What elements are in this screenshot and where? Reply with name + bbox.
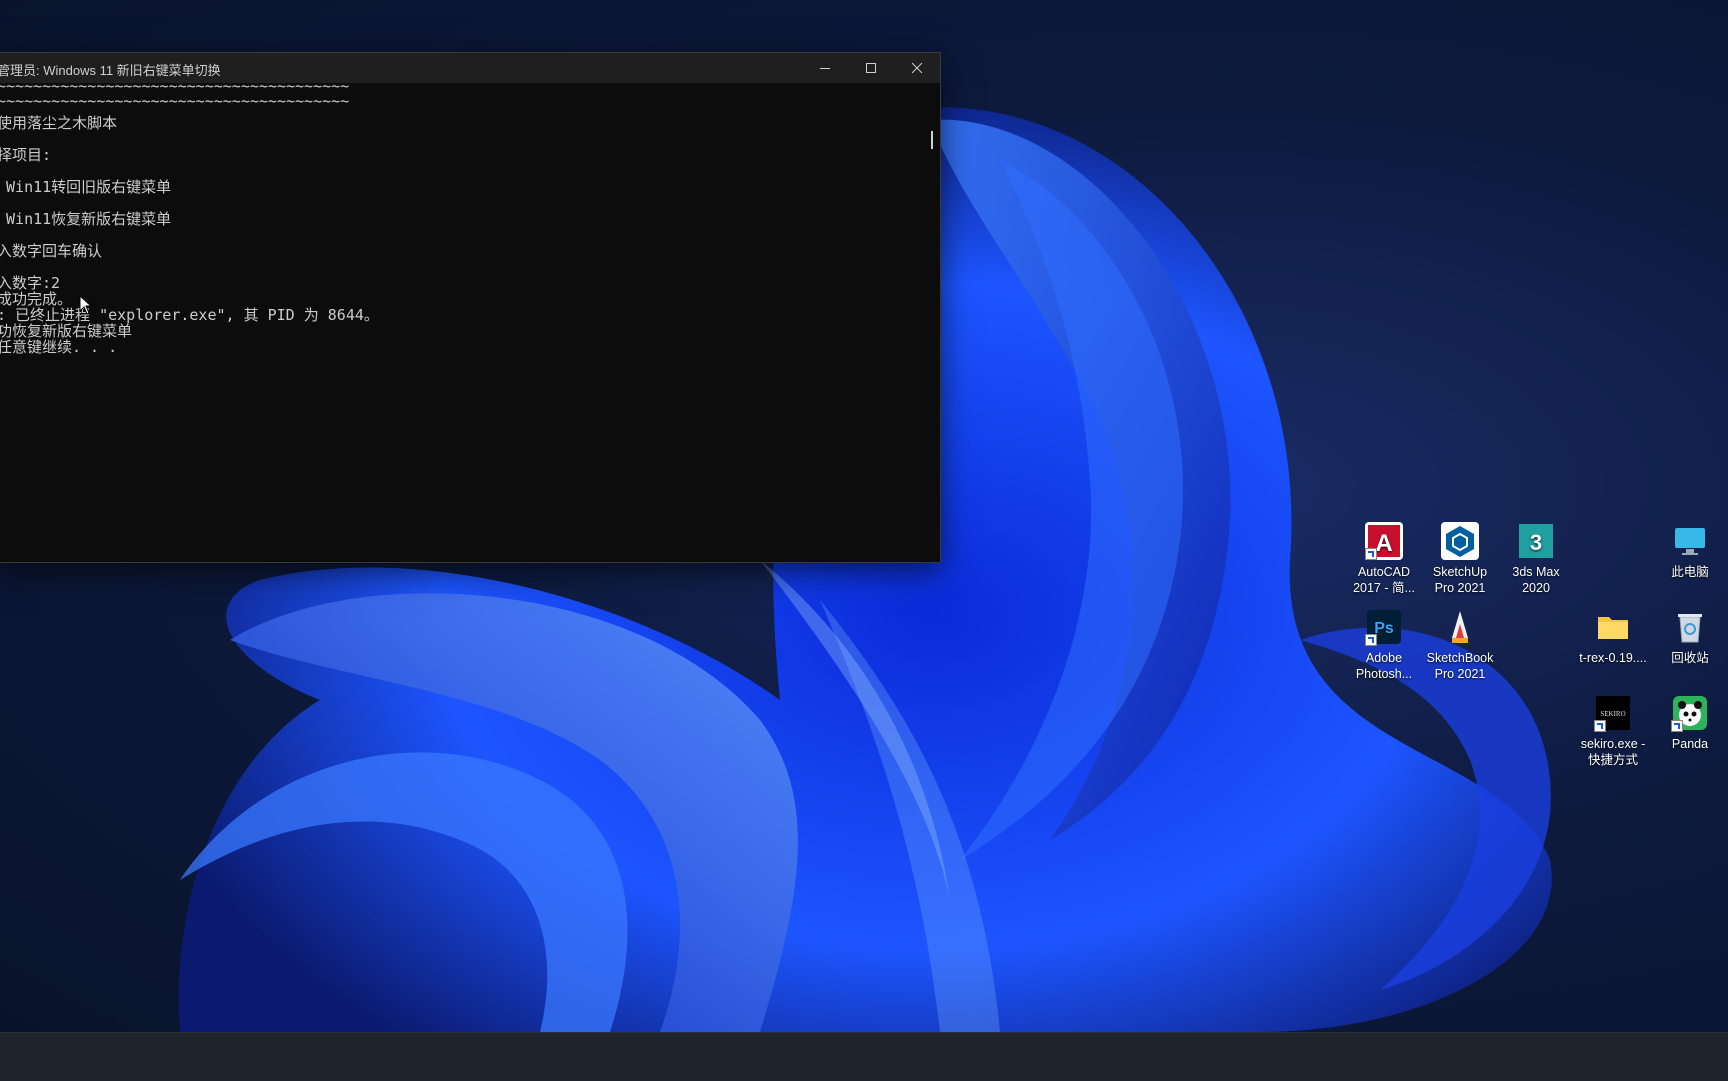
icon-label: AutoCAD — [1357, 565, 1411, 579]
folder-icon — [1594, 608, 1632, 646]
taskbar[interactable] — [0, 1032, 1728, 1081]
icon-label: SketchBook — [1426, 651, 1494, 665]
autocad-icon: A — [1365, 522, 1403, 560]
svg-text:Ps: Ps — [1374, 620, 1394, 637]
console-line: Win11恢复新版右键菜单 — [0, 210, 172, 228]
close-icon — [911, 62, 923, 74]
icon-label: 2017 - 简... — [1353, 581, 1415, 595]
3dsmax-icon: 3 — [1517, 522, 1555, 560]
photoshop-icon: Ps — [1365, 608, 1403, 646]
desktop-icon-photoshop[interactable]: Ps Adobe Photosh... — [1346, 608, 1422, 682]
icon-label: SketchUp — [1432, 565, 1488, 579]
console-line: ~~~~~~~~~~~~~~~~~~~~~~~~~~~~~~~~~~~~~~~ — [0, 92, 350, 110]
icon-label: 回收站 — [1671, 651, 1709, 665]
icon-label: Adobe — [1365, 651, 1403, 665]
console-scrollbar[interactable] — [924, 83, 940, 562]
console-window[interactable]: 管理员: Windows 11 新旧右键菜单切换 ~~~~~~~~~~~~~~~… — [0, 52, 941, 563]
maximize-icon — [866, 63, 876, 73]
sketchbook-icon — [1441, 608, 1479, 646]
shortcut-arrow-icon — [1594, 720, 1606, 732]
close-button[interactable] — [894, 53, 940, 83]
icon-label: 3ds Max — [1512, 565, 1560, 579]
scrollbar-thumb[interactable] — [931, 131, 933, 149]
maximize-button[interactable] — [848, 53, 894, 83]
console-line: 入数字回车确认 — [0, 242, 103, 260]
desktop-icon-autocad[interactable]: A AutoCAD 2017 - 简... — [1346, 522, 1422, 596]
desktop-icon-sketchbook[interactable]: SketchBook Pro 2021 — [1422, 608, 1498, 682]
sketchup-icon — [1441, 522, 1479, 560]
desktop-icon-this-pc[interactable]: 此电脑 — [1652, 522, 1728, 580]
console-line: 使用落尘之木脚本 — [0, 114, 118, 132]
icon-label: sekiro.exe - — [1580, 737, 1646, 751]
icon-label: 此电脑 — [1671, 565, 1709, 579]
desktop-icon-3dsmax[interactable]: 3 3ds Max 2020 — [1498, 522, 1574, 596]
desktop-icon-t-rex-folder[interactable]: t-rex-0.19.... — [1575, 608, 1651, 666]
shortcut-arrow-icon — [1365, 634, 1377, 646]
recycle-bin-icon — [1671, 608, 1709, 646]
svg-text:A: A — [1375, 530, 1392, 557]
mouse-pointer-icon — [79, 295, 93, 315]
desktop-icon-sekiro[interactable]: SEKIRO sekiro.exe - 快捷方式 — [1575, 694, 1651, 768]
panda-icon — [1671, 694, 1709, 732]
sekiro-icon: SEKIRO — [1594, 694, 1632, 732]
icon-label: Photosh... — [1355, 667, 1413, 681]
console-line: Win11转回旧版右键菜单 — [0, 178, 172, 196]
shortcut-arrow-icon — [1671, 720, 1683, 732]
icon-label: t-rex-0.19.... — [1579, 651, 1647, 665]
icon-label: 快捷方式 — [1587, 753, 1638, 767]
console-line: 择项目: — [0, 146, 52, 164]
svg-text:SEKIRO: SEKIRO — [1600, 710, 1625, 718]
console-output[interactable]: ~~~~~~~~~~~~~~~~~~~~~~~~~~~~~~~~~~~~~~~ … — [0, 77, 924, 562]
shortcut-arrow-icon — [1365, 548, 1377, 560]
desktop-icon-panda[interactable]: Panda — [1652, 694, 1728, 752]
minimize-button[interactable] — [802, 53, 848, 83]
minimize-icon — [820, 68, 830, 69]
console-line: 任意键继续. . . — [0, 338, 118, 356]
icon-label: 2020 — [1522, 581, 1550, 595]
desktop-icon-recycle-bin[interactable]: 回收站 — [1652, 608, 1728, 666]
desktop-icon-sketchup[interactable]: SketchUp Pro 2021 — [1422, 522, 1498, 596]
icon-label: Panda — [1671, 737, 1709, 751]
icon-label: Pro 2021 — [1434, 581, 1486, 595]
svg-text:3: 3 — [1530, 530, 1542, 555]
this-pc-icon — [1671, 522, 1709, 560]
icon-label: Pro 2021 — [1434, 667, 1486, 681]
